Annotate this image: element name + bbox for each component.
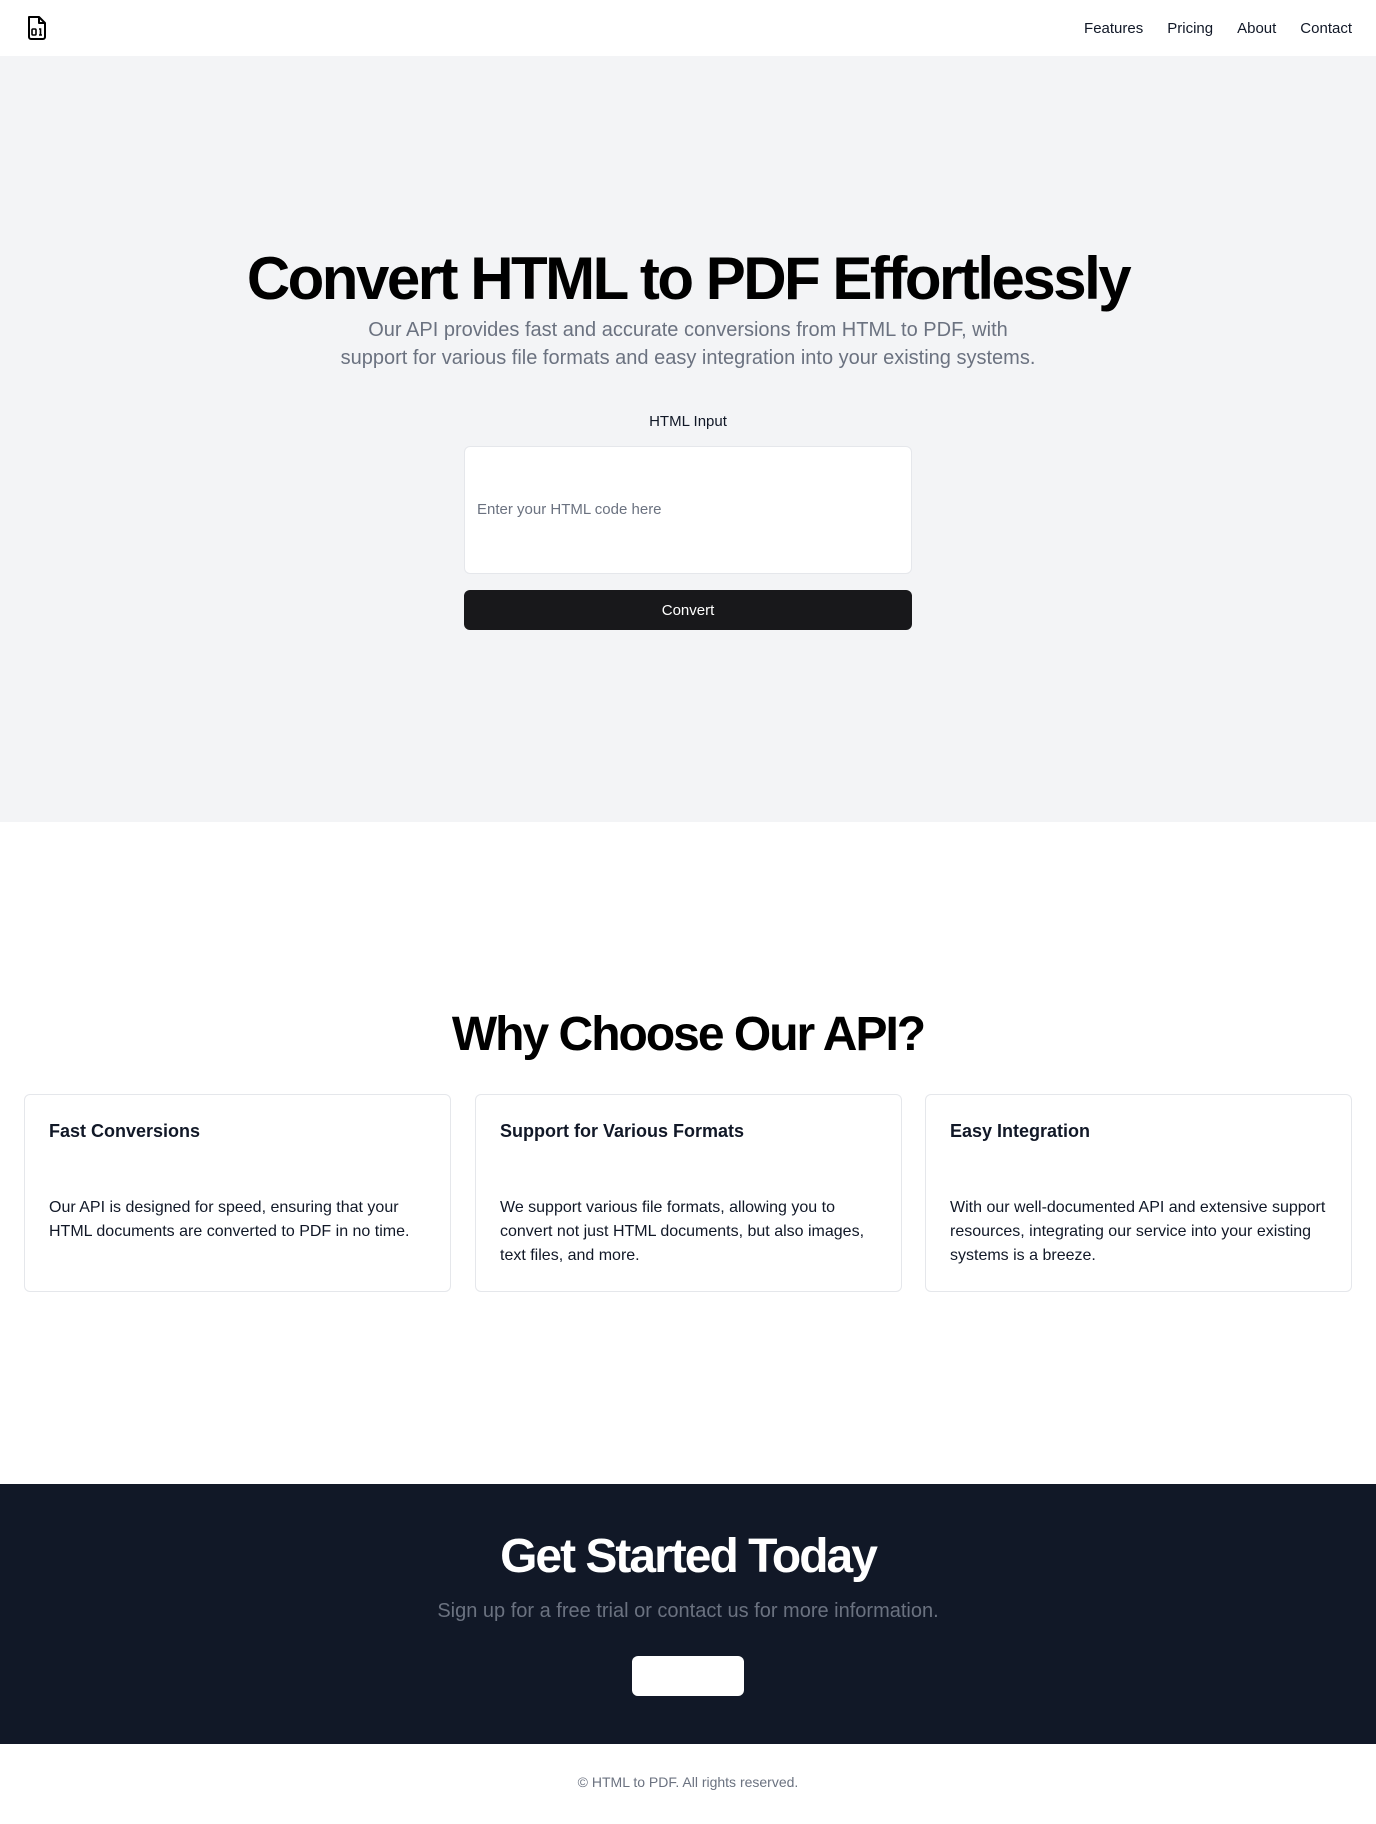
feature-card-title: Fast Conversions [49,1121,201,1141]
footer-copyright: © HTML to PDF. All rights reserved. [577,1774,799,1790]
feature-card-body: With our well-documented API and extensi… [950,1199,1326,1264]
nav-link-features[interactable]: Features [1084,20,1143,37]
hero-section: Convert HTML to PDF Effortlessly Our API… [0,56,1376,822]
cta-subtitle: Sign up for a free trial or contact us f… [437,1600,939,1622]
main-nav: Features Pricing About Contact [1084,20,1352,37]
hero-subtitle: Our API provides fast and accurate conve… [340,319,1036,369]
nav-link-about[interactable]: About [1237,20,1276,37]
feature-card-fast-conversions: Fast Conversions Our API is designed for… [24,1094,451,1292]
feature-card-body: We support various file formats, allowin… [500,1199,865,1264]
convert-button[interactable]: Convert [464,590,912,630]
file-binary-icon[interactable] [24,15,48,41]
cta-title: Get Started Today [500,1530,878,1583]
feature-card-title: Easy Integration [950,1121,1091,1141]
cta-button[interactable] [632,1656,744,1696]
feature-card-body: Our API is designed for speed, ensuring … [49,1199,410,1240]
hero-title: Convert HTML to PDF Effortlessly [246,245,1132,312]
nav-link-pricing[interactable]: Pricing [1167,20,1213,37]
site-header: Features Pricing About Contact [0,0,1376,56]
cta-section: Get Started Today Sign up for a free tri… [0,1484,1376,1744]
feature-card-easy-integration: Easy Integration With our well-documente… [925,1094,1352,1292]
nav-link-contact[interactable]: Contact [1300,20,1352,37]
feature-card-title: Support for Various Formats [500,1121,745,1141]
feature-card-various-formats: Support for Various Formats We support v… [475,1094,902,1292]
features-title: Why Choose Our API? [451,1008,926,1061]
html-input-field[interactable] [464,446,912,574]
html-input-label: HTML Input [649,413,727,430]
